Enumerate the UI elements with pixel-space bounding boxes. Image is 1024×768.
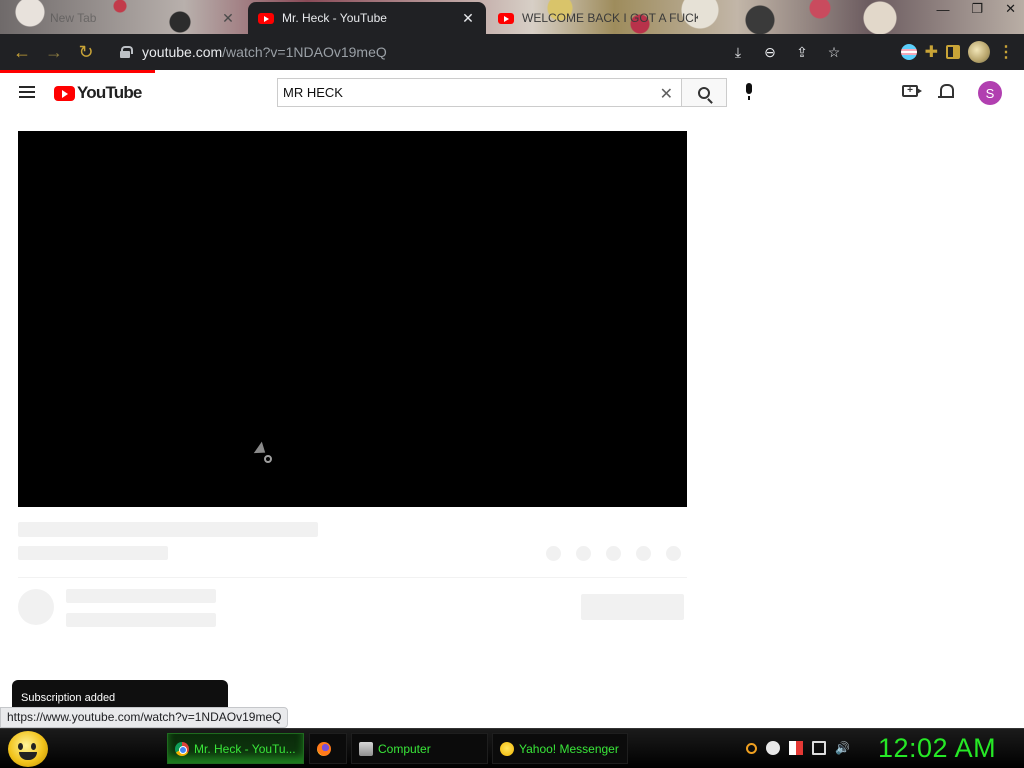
channel-avatar-placeholder [18,589,54,625]
system-tray: 🔊 [746,741,850,755]
lock-icon[interactable] [120,46,133,58]
youtube-logo-text: YouTube [77,83,142,102]
youtube-icon [258,12,274,24]
action-placeholder [546,546,561,561]
reload-icon[interactable]: ↻ [70,36,102,68]
url-path: /watch?v=1NDAOv19meQ [222,44,387,60]
divider [18,577,687,578]
bookmark-star-icon[interactable]: ☆ [822,40,846,64]
close-window-icon[interactable]: ✕ [1005,1,1016,17]
channel-name-placeholder [66,589,216,603]
browser-toolbar: ← → ↻ youtube.com/watch?v=1NDAOv19meQ ⤓ … [0,34,1024,70]
youtube-play-icon [54,85,75,101]
taskbar-item-firefox[interactable] [309,733,347,764]
tab-new-tab[interactable]: New Tab ✕ [0,2,246,34]
taskbar-item-chrome[interactable]: Mr. Heck - YouTu... [167,733,304,764]
back-arrow-icon[interactable]: ← [6,36,38,68]
channel-subs-placeholder [66,613,216,627]
action-placeholder [636,546,651,561]
firefox-icon [317,741,331,756]
taskbar-clock[interactable]: 12:02 AM [878,733,996,764]
action-placeholder [576,546,591,561]
tab-label: New Tab [50,11,97,25]
voice-search-mic-icon[interactable] [742,83,756,103]
profile-avatar[interactable] [968,41,990,63]
taskbar-item-label: Computer [378,741,431,756]
forward-arrow-icon[interactable]: → [38,36,70,68]
tab-mr-heck-youtube[interactable]: Mr. Heck - YouTube ✕ [248,2,486,34]
install-app-icon[interactable]: ⤓ [726,40,750,64]
account-avatar[interactable]: S [978,81,1002,105]
chrome-menu-icon[interactable]: ⋮ [998,42,1014,62]
maximize-icon[interactable]: ❐ [971,1,983,17]
url-host: youtube.com [142,44,223,60]
notifications-bell-icon[interactable] [938,83,954,101]
action-placeholder [666,546,681,561]
toast-text: Subscription added [21,692,116,704]
desktop-screen: New Tab ✕ Mr. Heck - YouTube ✕ WELCOME B… [0,0,1024,768]
browser-tab-strip: New Tab ✕ Mr. Heck - YouTube ✕ WELCOME B… [0,0,1024,34]
hamburger-menu-icon[interactable] [19,86,35,98]
extensions-puzzle-icon[interactable]: ✚ [925,42,938,62]
share-icon[interactable]: ⇪ [790,40,814,64]
chrome-icon [175,741,189,756]
start-smiley-icon[interactable] [8,731,48,767]
taskbar-item-yahoo-messenger[interactable]: Yahoo! Messenger [492,733,628,764]
loading-cursor-ring-icon [264,455,272,463]
subscribe-button-placeholder [581,594,684,620]
status-url: https://www.youtube.com/watch?v=1NDAOv19… [7,710,282,724]
side-panel-icon[interactable] [946,45,960,59]
omnibox-actions: ⤓ ⊖ ⇪ ☆ [726,34,846,70]
clear-search-icon[interactable]: ✕ [660,84,673,104]
zoom-icon[interactable]: ⊖ [758,40,782,64]
link-status-bubble: https://www.youtube.com/watch?v=1NDAOv19… [0,707,289,728]
tab-label: WELCOME BACK I GOT A FUCK [522,11,698,25]
create-video-icon[interactable]: + [902,85,922,97]
taskbar-item-label: Yahoo! Messenger [519,741,619,756]
youtube-header: YouTube MR HECK ✕ + S [0,73,1024,113]
video-player[interactable] [18,131,687,507]
network-icon[interactable] [812,741,826,755]
search-query: MR HECK [283,85,343,100]
meta-placeholder [18,546,168,560]
taskbar: Mr. Heck - YouTu... Computer Yahoo! Mess… [0,728,1024,768]
extensions-area: ✚ ⋮ [900,34,1024,70]
computer-icon [359,741,373,756]
yahoo-messenger-icon [500,741,514,756]
close-tab-icon[interactable]: ✕ [220,10,236,27]
minimize-icon[interactable]: — [936,2,949,17]
taskbar-item-label: Mr. Heck - YouTu... [194,741,296,756]
action-center-flag-icon[interactable] [789,741,803,755]
taskbar-item-computer[interactable]: Computer [351,733,488,764]
window-controls: — ❐ ✕ [936,0,1016,18]
trans-flag-extension-icon[interactable] [900,44,917,60]
youtube-logo[interactable]: YouTube [54,83,142,103]
action-placeholder [606,546,621,561]
messenger-tray-icon[interactable] [766,741,780,755]
avatar-letter: S [985,85,995,101]
tab-welcome-back[interactable]: WELCOME BACK I GOT A FUCK [488,2,708,34]
youtube-icon [498,12,514,24]
volume-icon[interactable]: 🔊 [835,741,850,755]
search-icon [698,86,710,99]
search-input[interactable]: MR HECK ✕ [277,78,681,107]
search-tray-icon[interactable] [746,742,757,754]
title-placeholder [18,522,318,537]
search-button[interactable] [681,78,727,107]
close-tab-icon[interactable]: ✕ [460,10,476,27]
tab-label: Mr. Heck - YouTube [282,11,387,25]
